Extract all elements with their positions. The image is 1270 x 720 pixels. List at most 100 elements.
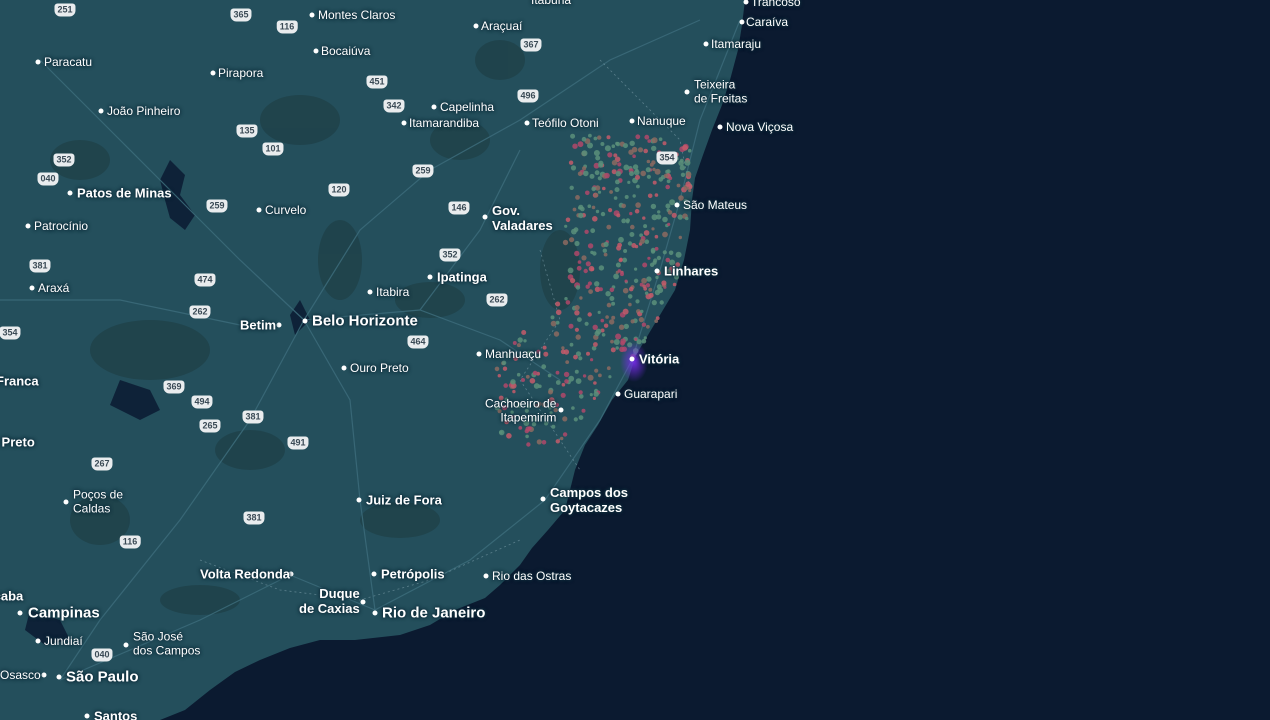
place-marker-icon[interactable] bbox=[67, 190, 73, 196]
place-marker-icon[interactable] bbox=[276, 322, 282, 328]
heat-point bbox=[563, 349, 570, 355]
place-label[interactable]: Itamarandiba bbox=[409, 116, 479, 130]
place-label[interactable]: Linhares bbox=[664, 264, 718, 279]
highway-shield-icon: 116 bbox=[276, 20, 298, 34]
place-marker-icon[interactable] bbox=[654, 268, 660, 274]
place-marker-icon[interactable] bbox=[476, 351, 482, 357]
place-marker-icon[interactable] bbox=[482, 214, 488, 220]
place-label[interactable]: Capelinha bbox=[440, 100, 494, 114]
place-marker-icon[interactable] bbox=[427, 274, 433, 280]
place-label[interactable]: Juiz de Fora bbox=[366, 493, 442, 508]
place-marker-icon[interactable] bbox=[483, 573, 489, 579]
place-label[interactable]: Teixeira de Freitas bbox=[694, 78, 747, 106]
place-label[interactable]: Ipatinga bbox=[437, 270, 487, 285]
place-label[interactable]: Araxá bbox=[38, 281, 69, 295]
place-label[interactable]: Cachoeiro de Itapemirim bbox=[485, 397, 556, 425]
place-label[interactable]: Paracatu bbox=[44, 55, 92, 69]
place-label[interactable]: Guarapari bbox=[624, 387, 677, 401]
place-label[interactable]: Vitória bbox=[639, 352, 679, 367]
heat-point bbox=[581, 408, 586, 413]
place-label[interactable]: Caraíva bbox=[746, 15, 788, 29]
place-label[interactable]: Patrocínio bbox=[34, 219, 88, 233]
place-marker-icon[interactable] bbox=[25, 223, 31, 229]
place-marker-icon[interactable] bbox=[629, 356, 635, 362]
place-label[interactable]: Campos dos Goytacazes bbox=[550, 485, 628, 515]
place-label[interactable]: Rio de Janeiro bbox=[382, 605, 485, 622]
place-label[interactable]: Petrópolis bbox=[381, 567, 445, 582]
place-label[interactable]: Jundiaí bbox=[44, 634, 83, 648]
place-marker-icon[interactable] bbox=[739, 19, 745, 25]
place-label[interactable]: Gov. Valadares bbox=[492, 203, 553, 233]
place-marker-icon[interactable] bbox=[210, 70, 216, 76]
place-label[interactable]: Volta Redonda bbox=[200, 567, 290, 582]
place-label[interactable]: Trancoso bbox=[751, 0, 801, 9]
place-label[interactable]: Bocaiúva bbox=[321, 44, 370, 58]
place-label[interactable]: Rio das Ostras bbox=[492, 569, 571, 583]
place-label[interactable]: Itamaraju bbox=[711, 37, 761, 51]
place-label[interactable]: Santos bbox=[94, 709, 137, 720]
map-view[interactable]: 251 365 116 367 451 342 496 135 101 354 352 040 259 1… bbox=[0, 0, 1270, 720]
place-marker-icon[interactable] bbox=[98, 108, 104, 114]
place-marker-icon[interactable] bbox=[717, 124, 723, 130]
place-marker-icon[interactable] bbox=[313, 48, 319, 54]
place-marker-icon[interactable] bbox=[372, 610, 378, 616]
place-marker-icon[interactable] bbox=[341, 365, 347, 371]
place-marker-icon[interactable] bbox=[360, 599, 366, 605]
place-label[interactable]: Nanuque bbox=[637, 114, 686, 128]
place-label[interactable]: Teófilo Otoni bbox=[532, 116, 599, 130]
place-label[interactable]: Campinas bbox=[28, 605, 100, 622]
place-label[interactable]: Patos de Minas bbox=[77, 186, 172, 201]
place-label[interactable]: São Mateus bbox=[683, 198, 747, 212]
place-label[interactable]: Itabuna bbox=[531, 0, 571, 7]
place-label[interactable]: Duque de Caxias bbox=[299, 586, 360, 616]
place-label[interactable]: Ouro Preto bbox=[350, 361, 409, 375]
place-marker-icon[interactable] bbox=[629, 118, 635, 124]
place-marker-icon[interactable] bbox=[356, 497, 362, 503]
place-label[interactable]: Poços de Caldas bbox=[73, 488, 123, 516]
place-marker-icon[interactable] bbox=[29, 285, 35, 291]
place-marker-icon[interactable] bbox=[684, 89, 690, 95]
place-label[interactable]: Belo Horizonte bbox=[312, 313, 418, 330]
place-label[interactable]: Itabira bbox=[376, 285, 409, 299]
place-label[interactable]: Manhuaçu bbox=[485, 347, 541, 361]
place-marker-icon[interactable] bbox=[35, 638, 41, 644]
place-marker-icon[interactable] bbox=[302, 318, 308, 324]
place-marker-icon[interactable] bbox=[56, 674, 62, 680]
place-label[interactable]: Pirapora bbox=[218, 66, 263, 80]
place-label[interactable]: Araçuaí bbox=[481, 19, 522, 33]
place-label[interactable]: Osasco bbox=[0, 668, 41, 682]
place-label[interactable]: Montes Claros bbox=[318, 8, 395, 22]
place-marker-icon[interactable] bbox=[17, 610, 23, 616]
place-marker-icon[interactable] bbox=[123, 642, 129, 648]
place-marker-icon[interactable] bbox=[540, 496, 546, 502]
place-marker-icon[interactable] bbox=[431, 104, 437, 110]
place-label[interactable]: o Preto bbox=[0, 435, 35, 450]
place-marker-icon[interactable] bbox=[401, 120, 407, 126]
place-marker-icon[interactable] bbox=[63, 499, 69, 505]
place-marker-icon[interactable] bbox=[367, 289, 373, 295]
place-marker-icon[interactable] bbox=[41, 672, 47, 678]
heat-point bbox=[610, 339, 614, 344]
place-marker-icon[interactable] bbox=[558, 407, 564, 413]
place-label[interactable]: icaba bbox=[0, 589, 23, 604]
place-marker-icon[interactable] bbox=[473, 23, 479, 29]
place-marker-icon[interactable] bbox=[371, 571, 377, 577]
place-label[interactable]: Betim bbox=[240, 318, 276, 333]
place-label[interactable]: João Pinheiro bbox=[107, 104, 180, 118]
place-label[interactable]: Franca bbox=[0, 374, 39, 389]
highway-shield-icon: 040 bbox=[91, 648, 113, 662]
place-marker-icon[interactable] bbox=[674, 202, 680, 208]
place-marker-icon[interactable] bbox=[309, 12, 315, 18]
place-marker-icon[interactable] bbox=[615, 391, 621, 397]
place-marker-icon[interactable] bbox=[35, 59, 41, 65]
place-label[interactable]: Nova Viçosa bbox=[726, 120, 793, 134]
place-marker-icon[interactable] bbox=[703, 41, 709, 47]
place-marker-icon[interactable] bbox=[84, 713, 90, 719]
place-label[interactable]: São José dos Campos bbox=[133, 630, 200, 658]
place-marker-icon[interactable] bbox=[524, 120, 530, 126]
place-marker-icon[interactable] bbox=[256, 207, 262, 213]
heat-point bbox=[584, 321, 589, 326]
place-label[interactable]: Curvelo bbox=[265, 203, 306, 217]
place-label[interactable]: São Paulo bbox=[66, 669, 139, 686]
heat-point bbox=[651, 145, 657, 152]
